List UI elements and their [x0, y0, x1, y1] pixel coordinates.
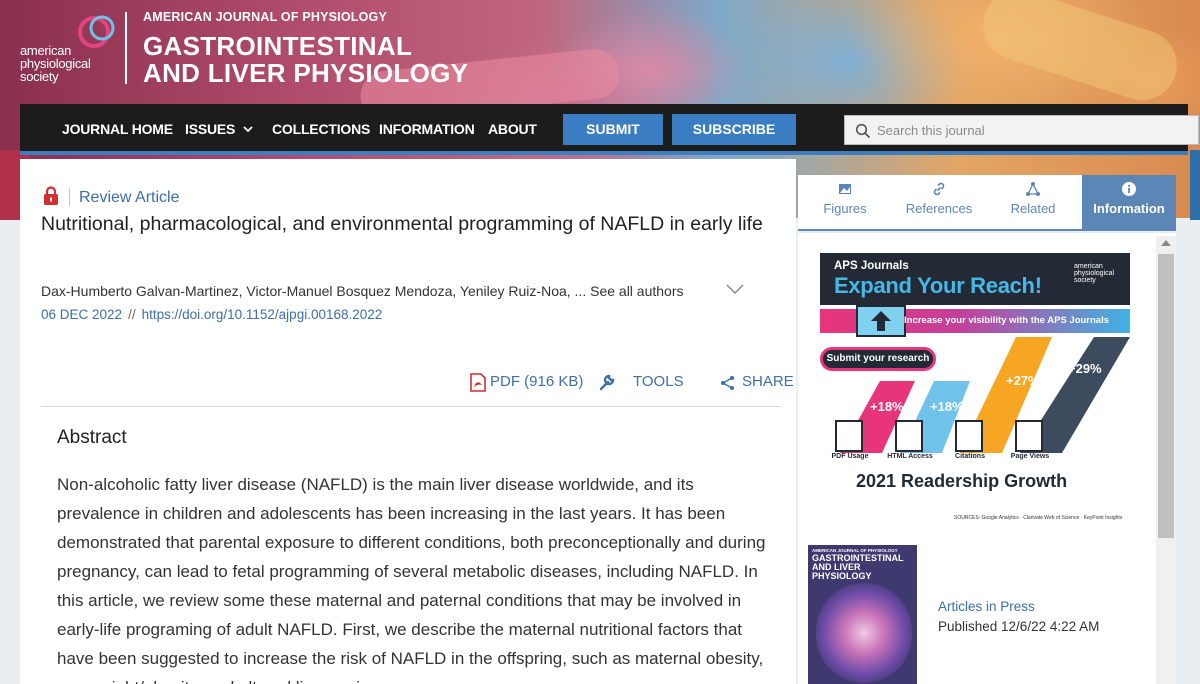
ad-growth-graphic — [835, 337, 1130, 453]
divider — [69, 188, 70, 206]
sidebar-tabs: Figures References Related Information — [798, 175, 1176, 231]
nav-collections[interactable]: COLLECTIONS — [272, 121, 370, 137]
journal-name-line2: AND LIVER PHYSIOLOGY — [143, 58, 469, 88]
ad-header: APS Journals Expand Your Reach! american… — [820, 253, 1130, 305]
scrollbar-thumb[interactable] — [1158, 254, 1174, 538]
article-type: Review Article — [79, 189, 180, 206]
see-all-authors-link[interactable]: See all authors — [590, 283, 683, 299]
wrench-icon — [599, 374, 615, 391]
ad-ribbon-text: Increase your visibility with the APS Jo… — [904, 315, 1110, 326]
aps-logo-text: american physiological society — [20, 43, 91, 84]
ad-headline: Expand Your Reach! — [834, 273, 1042, 298]
image-icon — [839, 184, 851, 194]
ad-metric-value: +29% — [1068, 361, 1102, 376]
tab-label: Related — [1010, 201, 1056, 216]
cover-journal-name: GASTROINTESTINAL AND LIVER PHYSIOLOGY — [812, 553, 904, 581]
search-icon[interactable] — [855, 123, 871, 139]
search-box — [844, 115, 1199, 145]
ad-metric-value: +18% — [930, 399, 964, 414]
cover-artwork — [816, 583, 912, 683]
abstract-heading: Abstract — [57, 427, 127, 448]
ad-metric-label: Citations — [955, 453, 985, 460]
doi-link[interactable]: https://doi.org/10.1152/ajpgi.00168.2022 — [142, 307, 383, 322]
pdf-label: PDF (916 KB) — [490, 373, 584, 390]
ad-aps-logo: american physiological society — [1074, 263, 1115, 284]
journal-name[interactable]: GASTROINTESTINAL AND LIVER PHYSIOLOGY — [143, 33, 468, 87]
tools-button[interactable]: TOOLS — [598, 373, 684, 391]
chevron-down-icon — [243, 126, 253, 133]
ad-metric-label: HTML Access — [887, 453, 933, 460]
submit-button[interactable]: SUBMIT — [563, 114, 663, 145]
divider — [41, 406, 781, 407]
scroll-up-arrow-icon[interactable] — [1161, 240, 1171, 246]
banner-illustration-shape — [974, 0, 1186, 110]
logo-divider — [125, 12, 127, 84]
pdf-icon — [470, 373, 486, 392]
pdf-button[interactable]: PDF (916 KB) — [470, 373, 584, 392]
ad-ribbon: Increase your visibility with the APS Jo… — [820, 305, 1130, 337]
tab-label: Figures — [823, 201, 867, 216]
abstract-text: Non-alcoholic fatty liver disease (NAFLD… — [57, 475, 766, 684]
tab-references[interactable]: References — [892, 175, 986, 229]
ad-kicker: APS Journals — [834, 260, 909, 272]
article-panel: Review Article Nutritional, pharmacologi… — [20, 159, 796, 684]
ad-metric-value: +27% — [1006, 373, 1040, 388]
subscribe-button[interactable]: SUBSCRIBE — [672, 114, 796, 145]
tools-label: TOOLS — [633, 373, 684, 390]
search-input[interactable] — [877, 116, 1192, 144]
arrow-up-icon — [856, 305, 906, 337]
date-separator: // — [128, 307, 136, 322]
published-date: Published 12/6/22 4:22 AM — [938, 619, 1100, 634]
share-button[interactable]: SHARE — [720, 373, 794, 390]
banner-illustration-shape — [1190, 150, 1200, 220]
tab-related[interactable]: Related — [986, 175, 1080, 229]
sidebar-scrollbar[interactable] — [1156, 236, 1176, 684]
nav-about[interactable]: ABOUT — [488, 121, 537, 137]
tab-label: Information — [1093, 201, 1165, 216]
ad-sources: SOURCES: Google Analytics · Clarivate We… — [954, 515, 1123, 521]
main-nav: JOURNAL HOME ISSUES COLLECTIONS INFORMAT… — [20, 104, 1199, 155]
ad-metric-value: +18% — [870, 399, 904, 414]
article-title: Nutritional, pharmacological, and enviro… — [41, 213, 763, 235]
articles-in-press-link[interactable]: Articles in Press — [938, 599, 1035, 614]
nav-journal-home[interactable]: JOURNAL HOME — [62, 121, 173, 137]
journal-cover-thumbnail[interactable]: AMERICAN JOURNAL OF PHYSIOLOGY GASTROINT… — [808, 545, 917, 684]
authors-text[interactable]: Dax-Humberto Galvan-Martinez, Victor-Man… — [41, 283, 586, 299]
publication-date: 06 DEC 2022 — [41, 307, 123, 322]
journal-kicker: AMERICAN JOURNAL OF PHYSIOLOGY — [143, 10, 387, 24]
ad-metric-label: PDF Usage — [831, 453, 869, 460]
ad-metric-label: Page Views — [1010, 453, 1050, 460]
journal-name-line1: GASTROINTESTINAL — [143, 31, 413, 61]
nav-issues-label: ISSUES — [185, 121, 236, 137]
article-tools: PDF (916 KB) TOOLS SHARE — [470, 372, 794, 394]
tab-figures[interactable]: Figures — [798, 175, 892, 229]
author-list: Dax-Humberto Galvan-Martinez, Victor-Man… — [41, 283, 684, 299]
link-icon — [933, 182, 945, 196]
nav-issues[interactable]: ISSUES — [185, 121, 253, 137]
aps-logo[interactable]: american physiological society — [20, 12, 120, 92]
tab-label: References — [905, 201, 973, 216]
network-icon — [1026, 182, 1040, 196]
aps-journals-ad[interactable]: APS Journals Expand Your Reach! american… — [820, 253, 1130, 533]
chevron-down-icon[interactable] — [726, 283, 744, 295]
lock-icon — [44, 186, 58, 205]
info-icon — [1122, 182, 1136, 196]
share-label: SHARE — [742, 373, 794, 390]
tab-information[interactable]: Information — [1082, 175, 1176, 229]
nav-information[interactable]: INFORMATION — [379, 121, 475, 137]
publication-info: 06 DEC 2022 // https://doi.org/10.1152/ajp… — [41, 307, 382, 322]
share-icon — [721, 376, 734, 390]
ad-growth-title: 2021 Readership Growth — [856, 471, 1068, 491]
